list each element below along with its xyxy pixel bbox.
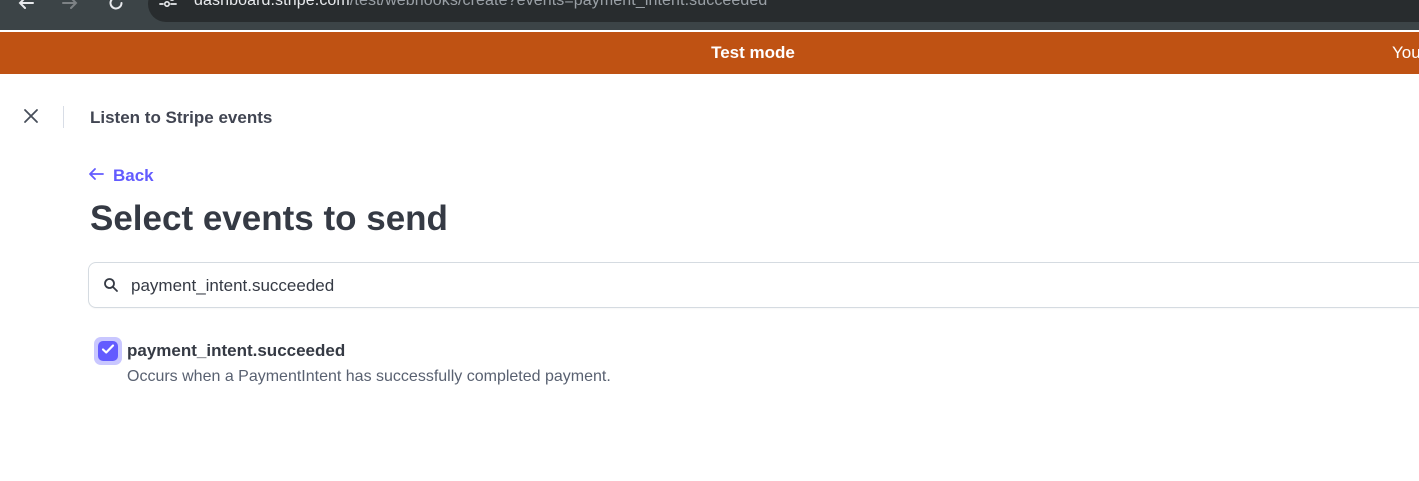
back-link[interactable]: Back — [88, 165, 154, 187]
header-divider — [63, 106, 64, 128]
close-icon — [23, 108, 39, 129]
forward-arrow-icon[interactable] — [59, 0, 81, 14]
url-host: dashboard.stripe.com — [194, 0, 350, 9]
back-arrow-icon[interactable] — [15, 0, 37, 14]
browser-toolbar: dashboard.stripe.com/test/webhooks/creat… — [0, 0, 1419, 30]
test-mode-banner-message: You — [1392, 43, 1419, 62]
checkbox-checked — [98, 341, 118, 361]
search-icon — [103, 277, 119, 293]
event-checkbox[interactable] — [94, 337, 122, 365]
address-url[interactable]: dashboard.stripe.com/test/webhooks/creat… — [194, 0, 767, 10]
event-search-input[interactable] — [131, 275, 1331, 297]
reload-icon[interactable] — [105, 0, 127, 14]
event-description: Occurs when a PaymentIntent has successf… — [127, 368, 611, 385]
checkmark-icon — [101, 342, 115, 360]
page-header-title: Listen to Stripe events — [90, 108, 273, 127]
back-link-label: Back — [113, 166, 154, 185]
event-name[interactable]: payment_intent.succeeded — [127, 340, 345, 362]
url-path: /test/webhooks/create?events=payment_int… — [349, 0, 768, 9]
close-button[interactable] — [20, 107, 42, 129]
test-mode-banner: Test mode You — [0, 32, 1419, 74]
arrow-left-icon — [88, 166, 105, 186]
test-mode-label: Test mode — [711, 43, 795, 62]
page-title: Select events to send — [90, 199, 448, 238]
site-info-icon[interactable] — [158, 0, 178, 8]
